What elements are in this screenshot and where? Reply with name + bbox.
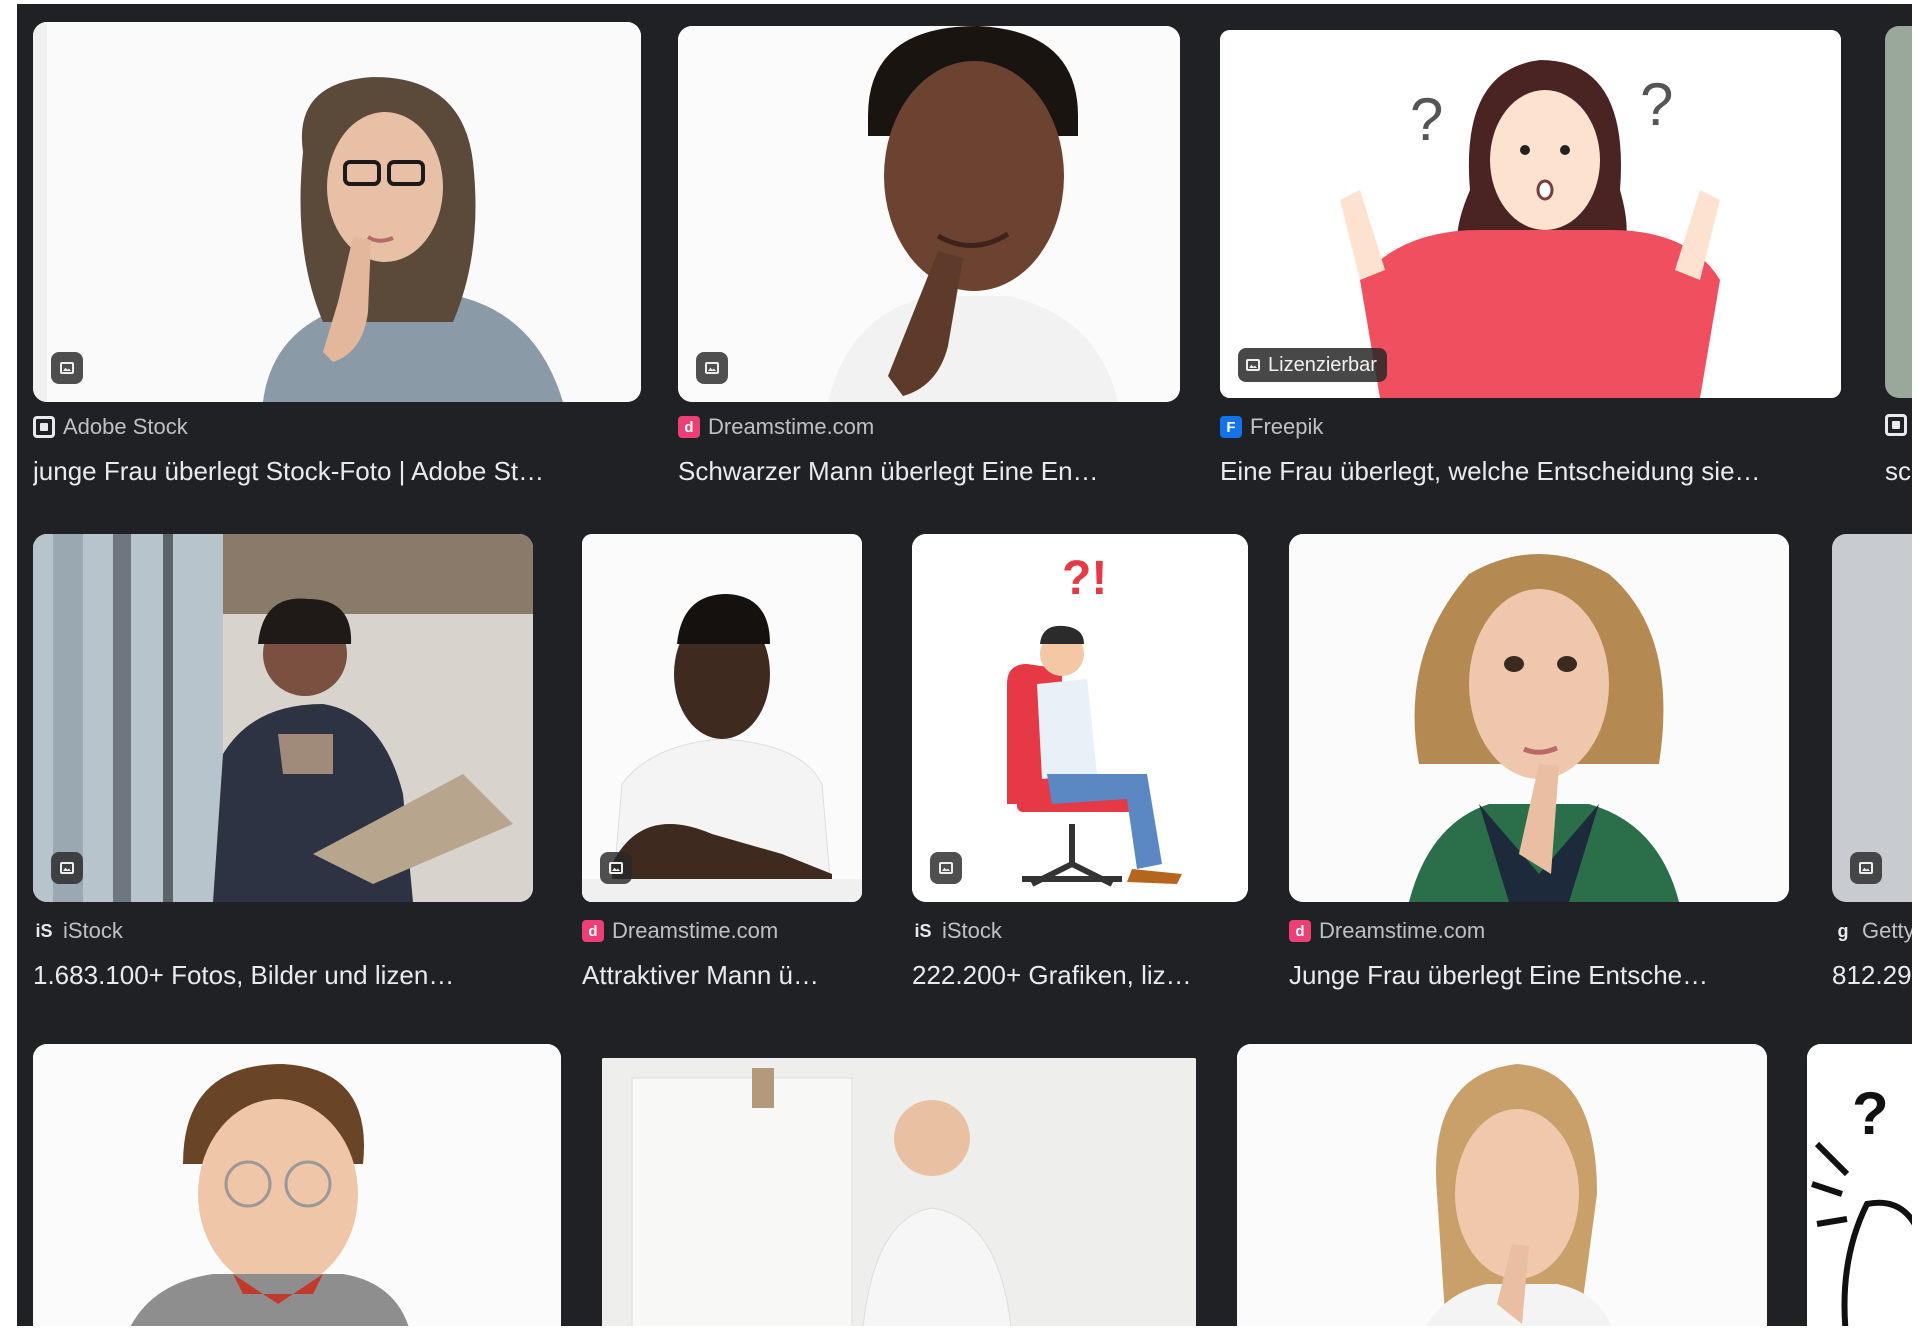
result-thumbnail[interactable] <box>33 1044 561 1326</box>
result-thumbnail[interactable] <box>1832 534 1912 902</box>
source-name: Getty <box>1862 918 1912 943</box>
result-thumbnail[interactable] <box>582 534 862 902</box>
result-card[interactable]: sc <box>1885 26 1912 492</box>
result-thumbnail[interactable] <box>678 26 1180 402</box>
result-thumbnail[interactable]: ? ? Lizenzierbar <box>1220 30 1841 398</box>
result-title[interactable]: 812.29 <box>1832 960 1912 991</box>
blonde-woman-thinking-photo-2 <box>1237 1044 1767 1326</box>
man-thinking-photo <box>678 26 1180 402</box>
adobe-stock-icon <box>33 416 55 438</box>
source-name: Adobe Stock <box>63 414 188 439</box>
result-thumbnail[interactable] <box>33 22 641 402</box>
comic-sketch-illustration: ? <box>1807 1044 1912 1326</box>
result-title[interactable]: Eine Frau überlegt, welche Entscheidung … <box>1220 456 1841 487</box>
result-source[interactable]: d Dreamstime.com <box>678 414 874 440</box>
result-source[interactable]: iS iStock <box>33 918 123 944</box>
result-source[interactable]: d Dreamstime.com <box>1289 918 1485 944</box>
result-card[interactable]: iS iStock 1.683.100+ Fotos, Bilder und l… <box>33 534 533 1004</box>
question-exclaim-mark: ?! <box>1062 552 1107 605</box>
result-thumbnail[interactable] <box>1237 1044 1767 1326</box>
result-card[interactable]: d Dreamstime.com Attraktiver Mann ü… <box>582 534 862 1004</box>
license-label: Lizenzierbar <box>1268 353 1377 376</box>
result-source[interactable]: d Dreamstime.com <box>582 918 778 944</box>
man-white-shirt-thinking-photo <box>582 534 862 902</box>
image-results-grid: Adobe Stock junge Frau überlegt Stock-Fo… <box>17 4 1912 1326</box>
svg-text:?: ? <box>1410 86 1443 153</box>
svg-text:?: ? <box>1640 71 1673 138</box>
man-whiteboard-photo <box>602 1058 1196 1326</box>
man-chair-cartoon-illustration: ?! <box>912 534 1248 902</box>
result-thumbnail[interactable] <box>1885 26 1912 398</box>
source-name: Dreamstime.com <box>708 414 875 439</box>
image-icon <box>1859 862 1873 874</box>
license-badge: Lizenzierbar <box>1238 348 1387 382</box>
result-source[interactable] <box>1885 414 1907 436</box>
blonde-woman-thinking-photo <box>1289 534 1789 902</box>
result-thumbnail[interactable]: ?! <box>912 534 1248 902</box>
result-thumbnail[interactable] <box>602 1058 1196 1326</box>
image-icon <box>609 862 623 874</box>
result-source[interactable]: g Getty <box>1832 918 1913 944</box>
svg-text:?: ? <box>1852 1080 1889 1147</box>
result-card[interactable] <box>33 1044 561 1326</box>
result-card[interactable]: d Dreamstime.com Junge Frau überlegt Ein… <box>1289 534 1789 1004</box>
result-title[interactable]: Junge Frau überlegt Eine Entsche… <box>1289 960 1789 991</box>
result-source[interactable]: iS iStock <box>912 918 1002 944</box>
woman-cartoon-illustration: ? ? <box>1220 30 1841 398</box>
source-name: Dreamstime.com <box>1319 918 1486 943</box>
image-badge <box>51 352 83 384</box>
result-title[interactable]: Attraktiver Mann ü… <box>582 960 862 991</box>
getty-icon: g <box>1837 920 1849 941</box>
result-source[interactable]: Adobe Stock <box>33 414 188 440</box>
man-laptop-office-photo <box>33 534 533 902</box>
istock-icon: iS <box>35 920 53 941</box>
dreamstime-icon: d <box>1289 920 1311 942</box>
source-name: iStock <box>942 918 1002 943</box>
image-badge <box>696 352 728 384</box>
woman-glasses-thinking-photo <box>33 22 641 402</box>
freepik-icon: F <box>1220 416 1242 438</box>
source-name: Freepik <box>1250 414 1324 439</box>
result-source[interactable]: F Freepik <box>1220 414 1323 440</box>
result-thumbnail[interactable] <box>1289 534 1789 902</box>
image-icon <box>60 862 74 874</box>
source-name: Dreamstime.com <box>612 918 779 943</box>
result-title[interactable]: 222.200+ Grafiken, liz… <box>912 960 1248 991</box>
result-title[interactable]: Schwarzer Mann überlegt Eine En… <box>678 456 1180 487</box>
result-card[interactable] <box>1237 1044 1767 1326</box>
source-name: iStock <box>63 918 123 943</box>
boy-thinking-photo <box>33 1044 561 1326</box>
dreamstime-icon: d <box>582 920 604 942</box>
image-badge <box>600 852 632 884</box>
result-card[interactable] <box>602 1058 1196 1326</box>
image-icon <box>939 862 953 874</box>
result-thumbnail[interactable] <box>33 534 533 902</box>
result-card[interactable]: g Getty 812.29 <box>1832 534 1912 1004</box>
result-title[interactable]: junge Frau überlegt Stock-Foto | Adobe S… <box>33 456 641 487</box>
image-badge <box>930 852 962 884</box>
image-badge <box>51 852 83 884</box>
result-card[interactable]: ? ? Lizenzierbar F Freepik Eine Frau übe… <box>1220 30 1841 492</box>
result-card[interactable]: ? <box>1807 1044 1912 1326</box>
image-icon <box>705 362 719 374</box>
image-badge <box>1850 852 1882 884</box>
image-icon <box>60 362 74 374</box>
image-icon <box>1246 359 1260 371</box>
dreamstime-icon: d <box>678 416 700 438</box>
result-thumbnail[interactable]: ? <box>1807 1044 1912 1326</box>
istock-icon: iS <box>914 920 932 941</box>
result-title[interactable]: sc <box>1885 456 1912 487</box>
result-card[interactable]: ?! iS iStock 222.200+ Grafiken, liz… <box>912 534 1248 1004</box>
result-card[interactable]: Adobe Stock junge Frau überlegt Stock-Fo… <box>33 22 641 492</box>
result-title[interactable]: 1.683.100+ Fotos, Bilder und lizen… <box>33 960 533 991</box>
adobe-stock-icon <box>1885 414 1907 436</box>
result-card[interactable]: d Dreamstime.com Schwarzer Mann überlegt… <box>678 26 1180 492</box>
